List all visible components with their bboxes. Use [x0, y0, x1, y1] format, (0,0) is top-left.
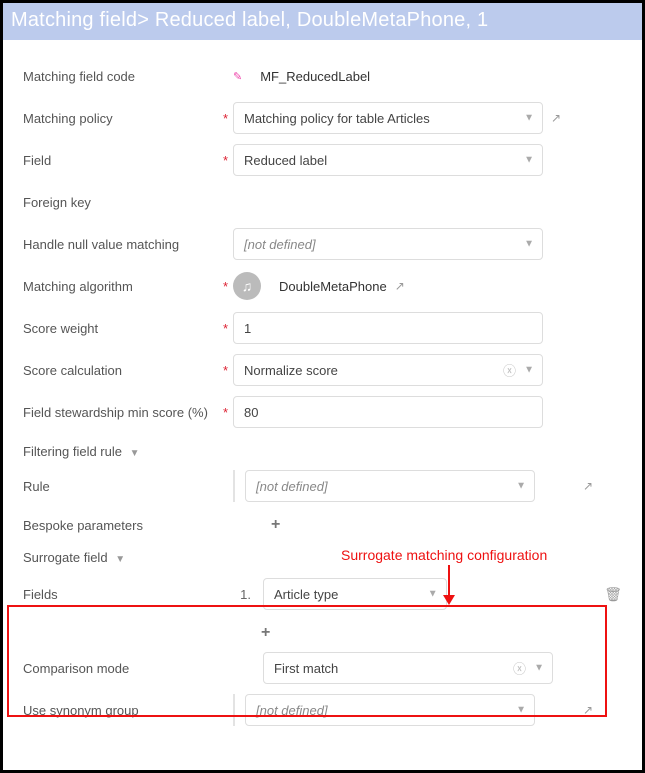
label-bespoke: Bespoke parameters [23, 518, 223, 533]
required-marker: * [223, 153, 233, 168]
headphones-icon: ♫ [233, 272, 261, 300]
label-null: Handle null value matching [23, 237, 223, 252]
synonym-select[interactable]: [not defined] ▼ [245, 694, 535, 726]
weight-input[interactable]: 1 [233, 312, 543, 344]
code-value: MF_ReducedLabel [260, 69, 370, 84]
key-icon: ✎ [233, 70, 242, 83]
add-field-button[interactable]: + [257, 624, 270, 642]
open-link-icon[interactable]: ↗ [395, 279, 405, 293]
label-field: Field [23, 153, 223, 168]
chevron-down-icon: ▼ [524, 155, 534, 166]
required-marker: * [223, 279, 233, 294]
add-bespoke-button[interactable]: + [267, 516, 280, 534]
required-marker: * [223, 111, 233, 126]
label-code: Matching field code [23, 69, 223, 84]
label-weight: Score weight [23, 321, 223, 336]
chevron-down-icon: ▼ [516, 705, 526, 716]
chevron-down-icon: ▼ [130, 448, 140, 459]
open-link-icon[interactable]: ↗ [583, 703, 593, 717]
fields-select[interactable]: Article type ▼ [263, 578, 447, 610]
label-minscore: Field stewardship min score (%) [23, 405, 223, 420]
calc-select[interactable]: Normalize score ⓧ ▼ [233, 354, 543, 386]
label-calc: Score calculation [23, 363, 223, 378]
field-select[interactable]: Reduced label ▼ [233, 144, 543, 176]
label-comparison: Comparison mode [23, 661, 223, 676]
field-index: 1. [233, 587, 251, 602]
open-link-icon[interactable]: ↗ [583, 479, 593, 493]
label-filter-rule[interactable]: Filtering field rule ▼ [23, 444, 223, 459]
label-policy: Matching policy [23, 111, 223, 126]
label-foreign-key: Foreign key [23, 195, 223, 210]
label-fields: Fields [23, 587, 223, 602]
label-rule: Rule [23, 479, 223, 494]
label-surrogate[interactable]: Surrogate field ▼ [23, 550, 223, 565]
algorithm-value: DoubleMetaPhone [279, 279, 387, 294]
chevron-down-icon: ▼ [524, 113, 534, 124]
minscore-input[interactable]: 80 [233, 396, 543, 428]
chevron-down-icon: ▼ [534, 663, 544, 674]
null-select[interactable]: [not defined] ▼ [233, 228, 543, 260]
page-title: Matching field> Reduced label, DoubleMet… [3, 3, 642, 40]
label-algorithm: Matching algorithm [23, 279, 223, 294]
annotation-label: Surrogate matching configuration [341, 547, 547, 563]
delete-field-button[interactable]: 🗑 [604, 586, 622, 603]
policy-select[interactable]: Matching policy for table Articles ▼ [233, 102, 543, 134]
required-marker: * [223, 405, 233, 420]
comparison-select[interactable]: First match ⓧ ▼ [263, 652, 553, 684]
required-marker: * [223, 321, 233, 336]
clear-icon[interactable]: ⓧ [503, 361, 516, 380]
chevron-down-icon: ▼ [524, 365, 534, 376]
clear-icon[interactable]: ⓧ [513, 659, 526, 678]
label-synonym: Use synonym group [23, 703, 223, 718]
chevron-down-icon: ▼ [524, 239, 534, 250]
open-link-icon[interactable]: ↗ [551, 111, 561, 125]
annotation-arrow-icon [439, 565, 459, 607]
rule-select[interactable]: [not defined] ▼ [245, 470, 535, 502]
chevron-down-icon: ▼ [115, 554, 125, 565]
chevron-down-icon: ▼ [516, 481, 526, 492]
chevron-down-icon: ▼ [428, 589, 438, 600]
required-marker: * [223, 363, 233, 378]
